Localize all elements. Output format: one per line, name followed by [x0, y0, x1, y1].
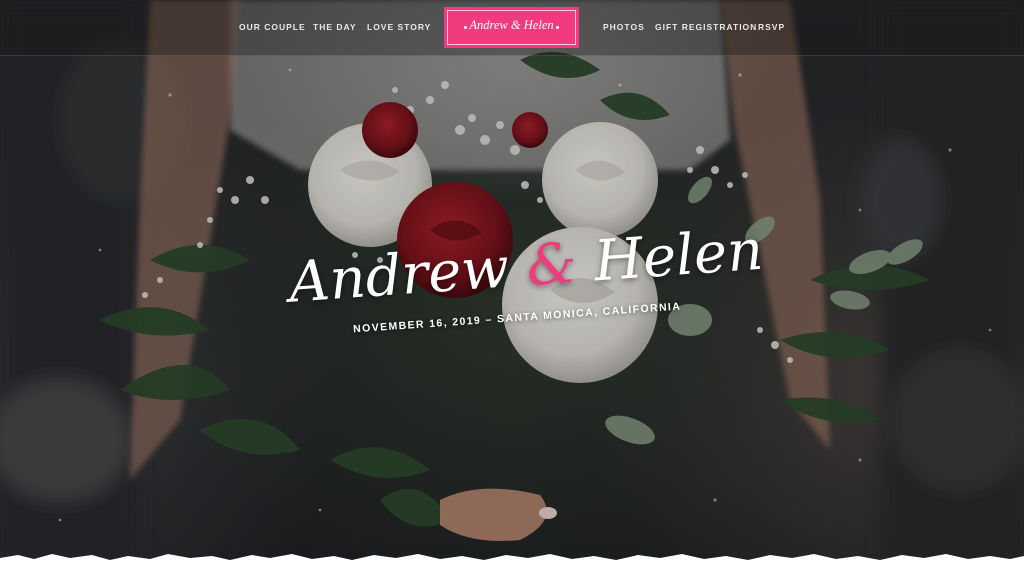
top-navbar: OUR COUPLE THE DAY LOVE STORY Andrew & H…: [0, 0, 1024, 56]
hero-name-two: Helen: [591, 217, 766, 295]
nav-rsvp[interactable]: RSVP: [758, 22, 785, 32]
nav-the-day[interactable]: THE DAY: [313, 22, 357, 32]
hero-name-one: Andrew: [286, 235, 512, 316]
nav-gift-registration[interactable]: GIFT REGISTRATION: [655, 22, 757, 32]
site-logo[interactable]: Andrew & Helen: [444, 7, 579, 48]
logo-dot-right: [556, 26, 559, 29]
nav-love-story[interactable]: LOVE STORY: [367, 22, 431, 32]
nav-our-couple[interactable]: OUR COUPLE: [239, 22, 306, 32]
hero-ampersand: &: [524, 230, 579, 300]
nav-photos[interactable]: PHOTOS: [603, 22, 645, 32]
hero-section: OUR COUPLE THE DAY LOVE STORY Andrew & H…: [0, 0, 1024, 576]
logo-text: Andrew & Helen: [469, 18, 554, 32]
torn-paper-edge: [0, 554, 1024, 576]
